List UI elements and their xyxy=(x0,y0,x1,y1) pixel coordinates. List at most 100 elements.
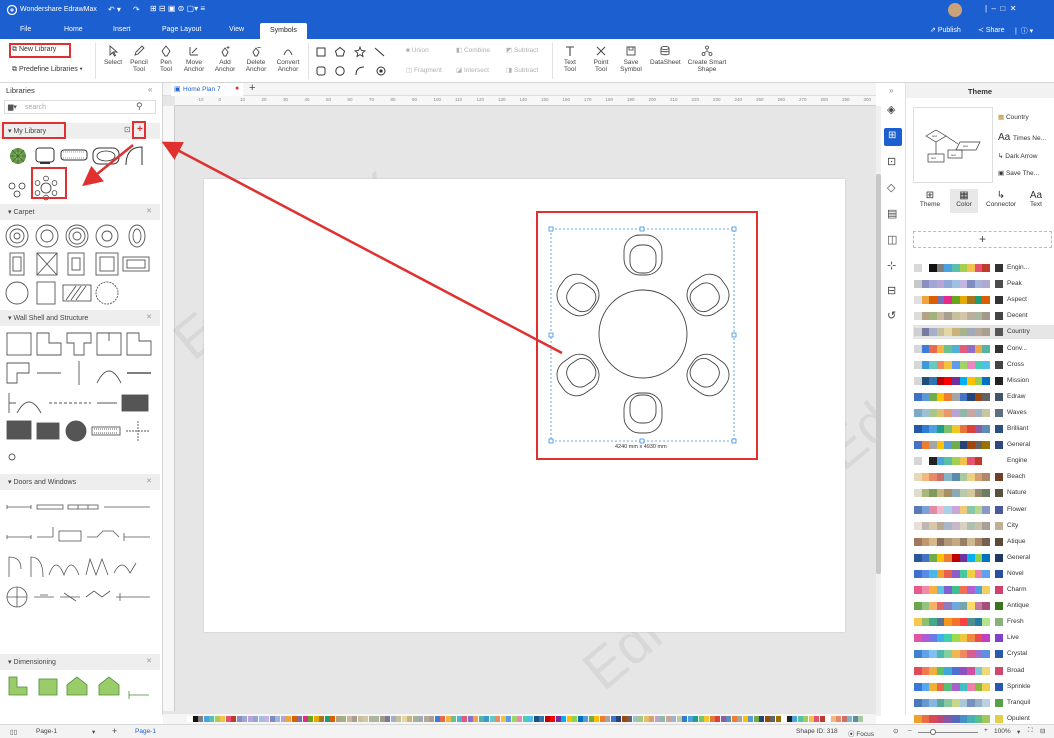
palette-swatch[interactable] xyxy=(830,716,836,722)
palette-swatch[interactable] xyxy=(797,716,803,722)
palette-swatch[interactable] xyxy=(627,716,632,722)
palette-swatch[interactable] xyxy=(236,716,242,722)
theme-quick-save[interactable]: ▣ Save The... xyxy=(998,169,1039,177)
palette-swatch[interactable] xyxy=(671,716,676,722)
palette-swatch[interactable] xyxy=(704,716,709,722)
page-icon[interactable]: ▤ xyxy=(887,207,897,220)
palette-swatch[interactable] xyxy=(275,716,280,722)
layers-icon[interactable]: ◇ xyxy=(887,181,895,194)
palette-swatch[interactable] xyxy=(346,716,352,722)
theme-row[interactable]: Aspect xyxy=(913,293,1054,307)
palette-swatch[interactable] xyxy=(599,716,605,722)
palette-swatch[interactable] xyxy=(561,716,566,722)
palette-swatch[interactable] xyxy=(731,716,737,722)
palette-swatch[interactable] xyxy=(242,716,247,722)
palette-swatch[interactable] xyxy=(550,716,555,722)
palette-swatch[interactable] xyxy=(385,716,390,722)
palette-swatch[interactable] xyxy=(291,716,297,722)
history-icon[interactable]: ↺ xyxy=(887,309,896,322)
palette-swatch[interactable] xyxy=(319,716,324,722)
palette-swatch[interactable] xyxy=(709,716,715,722)
palette-swatch[interactable] xyxy=(423,716,429,722)
palette-swatch[interactable] xyxy=(682,716,687,722)
palette-swatch[interactable] xyxy=(764,716,770,722)
fit-page-icon[interactable]: ⛶ xyxy=(1028,727,1033,735)
palette-swatch[interactable] xyxy=(803,716,808,722)
palette-swatch[interactable] xyxy=(654,716,660,722)
palette-swatch[interactable] xyxy=(649,716,654,722)
palette-swatch[interactable] xyxy=(478,716,484,722)
palette-swatch[interactable] xyxy=(522,716,528,722)
zoom-in-icon[interactable]: + xyxy=(984,727,988,734)
palette-swatch[interactable] xyxy=(720,716,726,722)
theme-row[interactable]: Tranquil xyxy=(913,696,1054,710)
theme-row[interactable]: Waves xyxy=(913,406,1054,420)
palette-swatch[interactable] xyxy=(544,716,550,722)
theme-quick-connector[interactable]: ↳ Dark Arrow xyxy=(998,152,1037,160)
palette-swatch[interactable] xyxy=(253,716,258,722)
palette-swatch[interactable] xyxy=(473,716,478,722)
palette-swatch[interactable] xyxy=(698,716,704,722)
palette-swatch[interactable] xyxy=(412,716,418,722)
theme-row[interactable]: Broad xyxy=(913,664,1054,678)
palette-swatch[interactable] xyxy=(500,716,506,722)
palette-swatch[interactable] xyxy=(610,716,616,722)
palette-swatch[interactable] xyxy=(258,716,264,722)
theme-row[interactable]: Sprinkle xyxy=(913,680,1054,694)
palette-swatch[interactable] xyxy=(753,716,759,722)
palette-swatch[interactable] xyxy=(676,716,682,722)
palette-swatch[interactable] xyxy=(374,716,379,722)
palette-swatch[interactable] xyxy=(341,716,346,722)
palette-swatch[interactable] xyxy=(781,716,786,722)
theme-row[interactable]: Flower xyxy=(913,503,1054,517)
palette-swatch[interactable] xyxy=(187,716,192,722)
palette-swatch[interactable] xyxy=(836,716,841,722)
palette-swatch[interactable] xyxy=(814,716,819,722)
theme-row[interactable]: Beach xyxy=(913,470,1054,484)
palette-swatch[interactable] xyxy=(209,716,214,722)
palette-swatch[interactable] xyxy=(363,716,368,722)
theme-row[interactable]: Peak xyxy=(913,277,1054,291)
palette-swatch[interactable] xyxy=(214,716,220,722)
palette-swatch[interactable] xyxy=(583,716,588,722)
theme-row[interactable]: City xyxy=(913,519,1054,533)
palette-swatch[interactable] xyxy=(390,716,396,722)
palette-swatch[interactable] xyxy=(324,716,330,722)
theme-quick-country[interactable]: ▦ Country xyxy=(998,113,1029,121)
theme-row[interactable]: Cross xyxy=(913,358,1054,372)
palette-swatch[interactable] xyxy=(847,716,852,722)
theme-row[interactable]: Country xyxy=(913,325,1054,340)
palette-swatch[interactable] xyxy=(533,716,539,722)
palette-swatch[interactable] xyxy=(286,716,291,722)
theme-row[interactable]: Fresh xyxy=(913,615,1054,629)
data-icon[interactable]: ◫ xyxy=(887,233,897,246)
theme-row[interactable]: Atique xyxy=(913,535,1054,549)
theme-row[interactable]: Charm xyxy=(913,583,1054,597)
palette-swatch[interactable] xyxy=(792,716,797,722)
page-layout-icon[interactable]: ▯▯ xyxy=(10,728,17,736)
theme-row[interactable]: Brilliant xyxy=(913,422,1054,436)
palette-swatch[interactable] xyxy=(247,716,253,722)
palette-swatch[interactable] xyxy=(588,716,594,722)
palette-swatch[interactable] xyxy=(198,716,203,722)
palette-swatch[interactable] xyxy=(621,716,627,722)
palette-swatch[interactable] xyxy=(203,716,209,722)
palette-swatch[interactable] xyxy=(819,716,825,722)
tab-color[interactable]: ▦ Color xyxy=(950,189,978,213)
palette-swatch[interactable] xyxy=(451,716,456,722)
palette-swatch[interactable] xyxy=(632,716,638,722)
palette-swatch[interactable] xyxy=(220,716,225,722)
palette-swatch[interactable] xyxy=(352,716,357,722)
palette-swatch[interactable] xyxy=(786,716,792,722)
palette-swatch[interactable] xyxy=(225,716,231,722)
zoom-out-icon[interactable]: – xyxy=(908,727,912,734)
theme-row[interactable]: Live xyxy=(913,631,1054,645)
palette-swatch[interactable] xyxy=(665,716,671,722)
palette-swatch[interactable] xyxy=(484,716,489,722)
connector-icon[interactable]: ⊹ xyxy=(887,259,896,272)
format-paint-icon[interactable]: ◈ xyxy=(887,103,895,116)
palette-swatch[interactable] xyxy=(368,716,374,722)
expand-panel-icon[interactable]: » xyxy=(889,86,893,95)
zoom-level[interactable]: 100% xyxy=(994,728,1011,735)
theme-row[interactable]: General xyxy=(913,438,1054,452)
